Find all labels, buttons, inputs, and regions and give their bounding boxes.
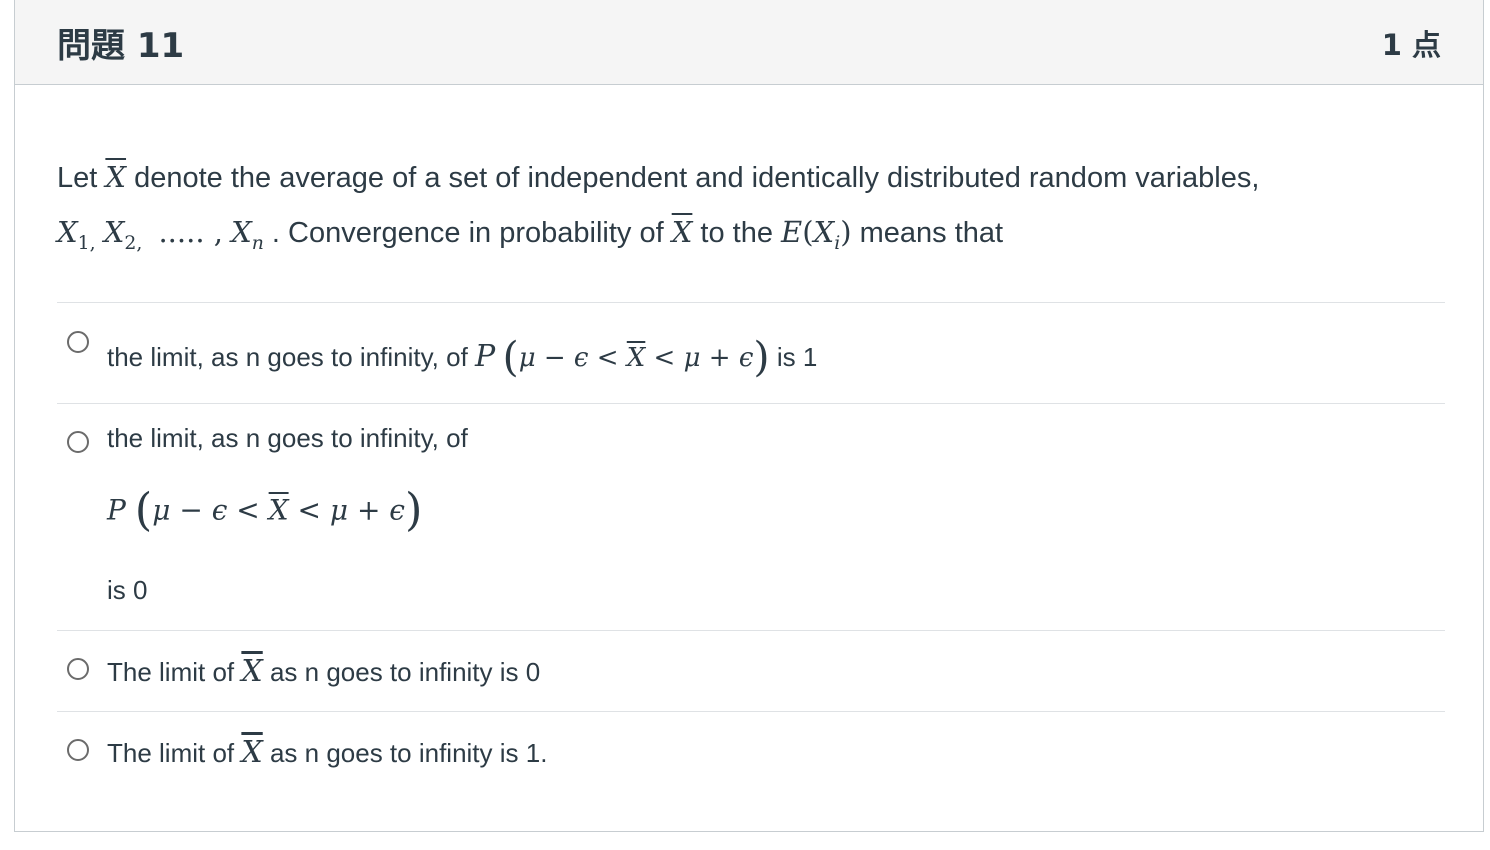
x2-subscript: 2, — [124, 232, 143, 254]
answer-option-4[interactable]: The limit of X as n goes to infinity is … — [65, 711, 1435, 791]
answer-text: the limit, as n goes to infinity, of — [107, 342, 476, 373]
paren-close: ) — [840, 215, 852, 249]
question-text-part: . Convergence in probability of — [263, 217, 672, 249]
x-bar-symbol: X — [241, 654, 263, 689]
x1-base: X — [57, 215, 78, 249]
x-bar-symbol: X — [241, 735, 263, 770]
xn-symbol: Xn — [231, 215, 264, 254]
x1-symbol: X1, — [57, 215, 96, 254]
answer-label: The limit of X as n goes to infinity is … — [107, 654, 540, 689]
expr-right: < μ + ϵ — [645, 343, 754, 374]
answer-label: the limit, as n goes to infinity, of P (… — [107, 332, 817, 381]
x1-subscript: 1, — [77, 232, 96, 254]
answer-text: The limit of — [107, 738, 242, 768]
question-header: 問題 11 1 点 — [15, 0, 1483, 85]
answer-text: is 1 — [769, 342, 818, 373]
xn-subscript: n — [251, 232, 264, 254]
paren-open: ( — [802, 215, 814, 249]
radio-button[interactable] — [67, 431, 89, 453]
x2-base: X — [103, 215, 125, 249]
answer-text: as n goes to infinity is 1. — [262, 738, 548, 768]
x2-symbol: X2, — [103, 215, 143, 254]
question-text-part: Let — [57, 162, 106, 194]
radio-button[interactable] — [67, 739, 89, 761]
x-bar-symbol: X — [105, 160, 127, 194]
answer-text: the limit, as n goes to infinity, of — [107, 423, 468, 453]
probability-expression: P (μ − ϵ < X < μ + ϵ) — [107, 483, 422, 536]
expr-left: μ − ϵ < — [518, 343, 627, 374]
question-line-1: Let X denote the average of a set of ind… — [57, 150, 1447, 205]
big-paren-open: ( — [134, 483, 153, 536]
answer-text: The limit of — [107, 657, 242, 687]
xi-symbol: Xi — [813, 215, 841, 254]
question-text-part: denote the average of a set of independe… — [126, 162, 1260, 194]
x-bar-symbol: X — [626, 343, 646, 374]
question-title: 問題 11 — [57, 26, 185, 66]
answer-option-2[interactable]: the limit, as n goes to infinity, of P (… — [65, 403, 1435, 629]
answer-option-1[interactable]: the limit, as n goes to infinity, of P (… — [65, 302, 1435, 402]
expr-left: μ − ϵ < — [152, 493, 269, 527]
question-text: Let X denote the average of a set of ind… — [57, 150, 1447, 271]
radio-button[interactable] — [67, 658, 89, 680]
question-line-2: X1, X2, ..... , Xn . Convergence in prob… — [57, 205, 1447, 271]
p-symbol: P — [475, 339, 496, 375]
big-paren-open: ( — [502, 332, 519, 381]
big-paren-close: ) — [753, 332, 770, 381]
answer-text: is 0 — [107, 575, 148, 605]
expectation-symbol: E — [781, 215, 803, 249]
p-symbol: P — [107, 493, 126, 527]
question-text-part: means that — [851, 217, 1004, 249]
expr-right: < μ + ϵ — [288, 493, 405, 527]
xi-base: X — [813, 215, 835, 249]
x-bar-symbol: X — [671, 215, 693, 249]
radio-button[interactable] — [67, 331, 89, 353]
big-paren-close: ) — [404, 483, 423, 536]
question-text-part: to the — [692, 217, 782, 249]
ellipsis: ..... , — [158, 215, 223, 249]
xn-base: X — [231, 215, 252, 249]
question-card: 問題 11 1 点 Let X denote the average of a … — [14, 0, 1484, 832]
answer-option-3[interactable]: The limit of X as n goes to infinity is … — [65, 630, 1435, 710]
answer-label: The limit of X as n goes to infinity is … — [107, 735, 547, 770]
answer-text: as n goes to infinity is 0 — [262, 657, 541, 687]
probability-expression: (μ − ϵ < X < μ + ϵ) — [502, 332, 769, 381]
x-bar-symbol: X — [268, 493, 289, 527]
question-points: 1 点 — [1381, 28, 1441, 62]
